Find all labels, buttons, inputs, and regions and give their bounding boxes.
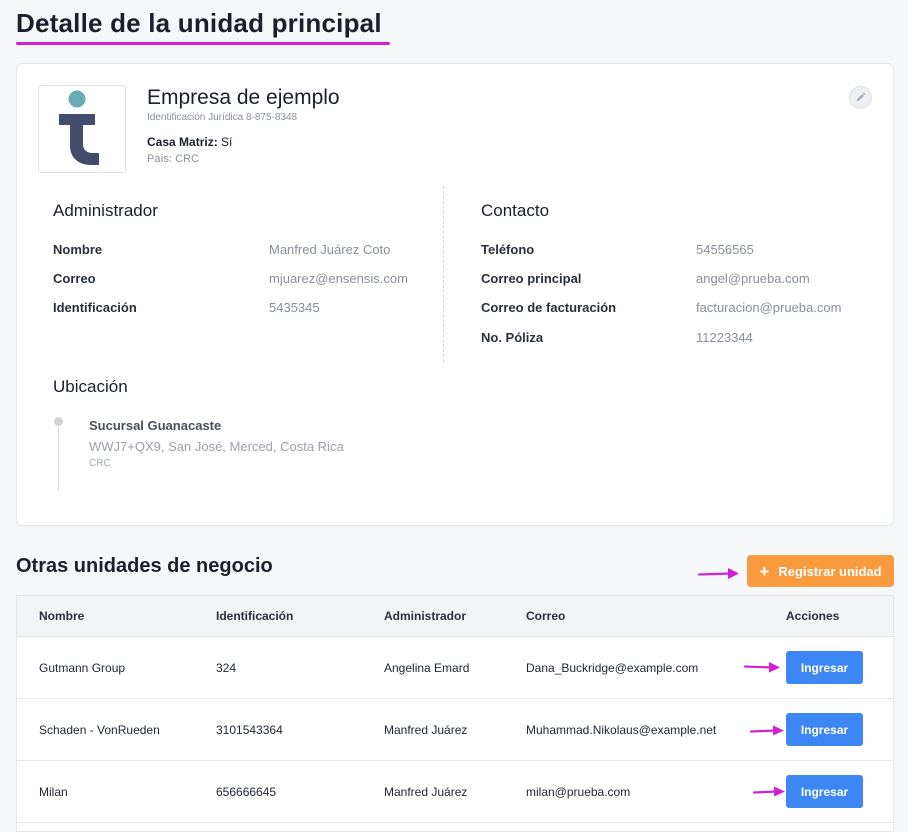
location-title: Ubicación <box>53 377 128 396</box>
other-units-title: Otras unidades de negocio <box>16 555 273 577</box>
branch-name: Sucursal Guanacaste <box>89 418 222 433</box>
cell-name: Schaden - VonRueden <box>39 723 160 737</box>
column-header-email: Correo <box>526 609 566 623</box>
pencil-icon <box>856 92 866 102</box>
admin-email-value: mjuarez@ensensis.com <box>269 271 408 286</box>
company-logo <box>38 85 126 173</box>
company-country: País: CRC <box>147 153 199 165</box>
register-unit-label: Registrar unidad <box>778 563 882 579</box>
admin-id-value: 5435345 <box>269 300 320 315</box>
column-header-actions: Acciones <box>786 609 840 623</box>
casa-matriz: Casa Matriz: Sí <box>147 135 232 149</box>
admin-id-label: Identificación <box>53 300 137 315</box>
timeline-line <box>58 426 59 490</box>
admin-email-label: Correo <box>53 271 96 286</box>
logo-icon <box>59 90 99 165</box>
administrator-title: Administrador <box>53 201 158 220</box>
cell-name: Milan <box>39 785 68 799</box>
contact-phone-value: 54556565 <box>696 242 754 257</box>
units-table: Nombre Identificación Administrador Corr… <box>16 595 894 832</box>
plus-icon: + <box>759 561 770 581</box>
company-name: Empresa de ejemplo <box>147 86 340 109</box>
contact-main-email-label: Correo principal <box>481 271 582 286</box>
cell-name: Gutmann Group <box>39 661 126 675</box>
contact-billing-email-value: facturacion@prueba.com <box>696 300 842 315</box>
admin-name-value: Manfred Juárez Coto <box>269 242 391 257</box>
column-header-administrator: Administrador <box>384 609 467 623</box>
main-unit-card: Empresa de ejemplo Identificación Jurídi… <box>16 63 894 526</box>
edit-button[interactable] <box>849 86 872 109</box>
ingresar-button[interactable]: Ingresar <box>786 651 863 684</box>
title-underline <box>16 42 390 45</box>
cell-administrator: Manfred Juárez <box>384 785 468 799</box>
arrow-right-icon <box>743 662 780 673</box>
branch-country: CRC <box>89 458 111 469</box>
cell-identification: 656666645 <box>216 785 277 799</box>
arrow-right-icon <box>752 786 785 797</box>
cell-email: milan@prueba.com <box>526 785 631 799</box>
company-identification: Identificación Jurídica 8-875-8348 <box>147 112 298 123</box>
cell-email: Dana_Buckridge@example.com <box>526 661 699 675</box>
contact-phone-label: Teléfono <box>481 242 535 257</box>
section-divider <box>443 186 444 362</box>
contact-main-email-value: angel@prueba.com <box>696 271 810 286</box>
contact-policy-label: No. Póliza <box>481 330 544 345</box>
column-header-identification: Identificación <box>216 609 294 623</box>
timeline-dot <box>54 417 63 426</box>
contact-title: Contacto <box>481 201 550 220</box>
table-header: Nombre Identificación Administrador Corr… <box>17 596 893 637</box>
ingresar-button[interactable]: Ingresar <box>786 713 863 746</box>
page-title: Detalle de la unidad principal <box>16 8 382 38</box>
arrow-right-icon <box>697 568 739 579</box>
contact-billing-email-label: Correo de facturación <box>481 300 617 315</box>
cell-identification: 3101543364 <box>216 723 283 737</box>
admin-name-label: Nombre <box>53 242 103 257</box>
contact-policy-value: 11223344 <box>696 330 753 345</box>
table-row: Gutmann Group 324 Angelina Emard Dana_Bu… <box>17 637 893 699</box>
cell-email: Muhammad.Nikolaus@example.net <box>526 723 717 737</box>
casa-matriz-label: Casa Matriz: <box>147 135 218 149</box>
arrow-right-icon <box>749 725 784 736</box>
register-unit-button[interactable]: + Registrar unidad <box>747 555 894 587</box>
cell-administrator: Angelina Emard <box>384 661 470 675</box>
table-row: Milan 656666645 Manfred Juárez milan@pru… <box>17 761 893 823</box>
casa-matriz-value: Sí <box>221 135 233 149</box>
ingresar-button[interactable]: Ingresar <box>786 775 863 808</box>
column-header-name: Nombre <box>39 609 85 623</box>
cell-identification: 324 <box>216 661 237 675</box>
branch-address: WWJ7+QX9, San José, Merced, Costa Rica <box>89 439 344 454</box>
cell-administrator: Manfred Juárez <box>384 723 468 737</box>
table-row: Schaden - VonRueden 3101543364 Manfred J… <box>17 699 893 761</box>
